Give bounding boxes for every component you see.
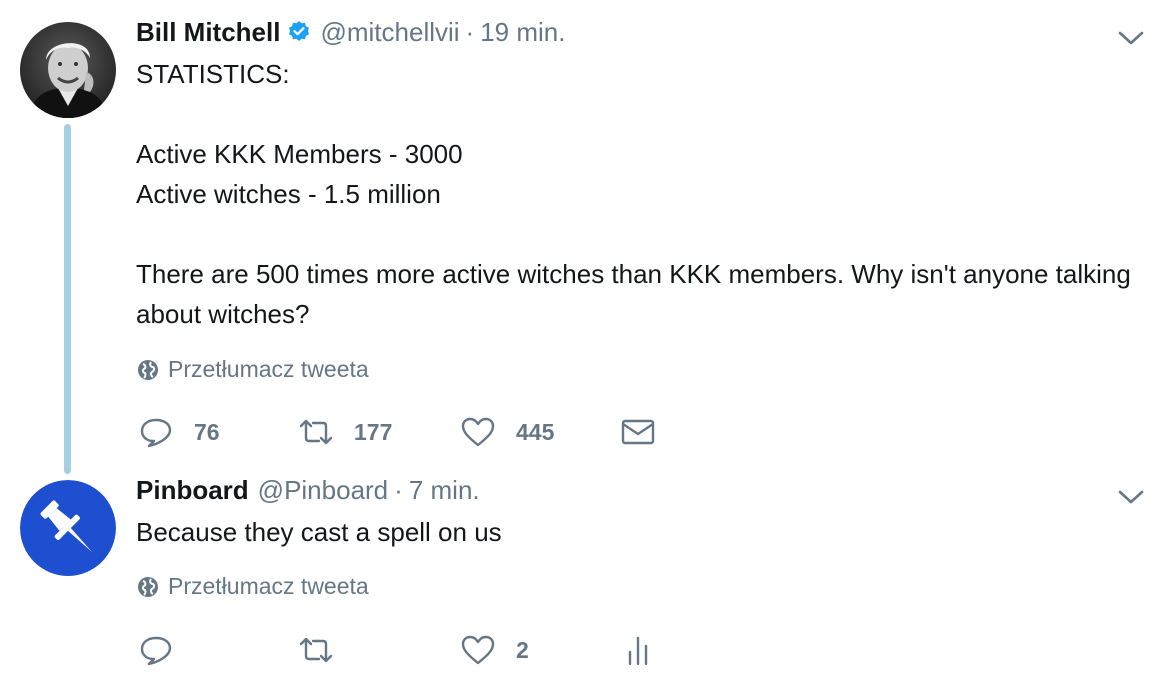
tweet-timestamp[interactable]: 7 min. [409, 474, 480, 506]
tweet[interactable]: Bill Mitchell @mitchellvii · 19 min. STA… [0, 0, 1172, 474]
reply-icon [140, 636, 172, 666]
separator-dot: · [465, 17, 475, 47]
author-handle[interactable]: @Pinboard [258, 474, 388, 506]
separator-dot: · [394, 475, 403, 505]
tweet-text-line: Active KKK Members - 3000 [136, 139, 463, 169]
translate-tweet-link[interactable]: Przetłumacz tweeta [137, 573, 369, 600]
retweet-icon [299, 419, 333, 445]
like-button[interactable]: 445 [460, 412, 554, 452]
chevron-down-icon[interactable] [1118, 30, 1144, 46]
translate-label: Przetłumacz tweeta [168, 356, 369, 382]
author-handle[interactable]: @mitchellvii [320, 16, 459, 48]
tweet-text-line [136, 94, 1146, 134]
translate-label: Przetłumacz tweeta [168, 573, 369, 599]
tweet-actions: 76 177 445 [138, 412, 678, 452]
translate-tweet-link[interactable]: Przetłumacz tweeta [137, 356, 369, 383]
tweet-header: Pinboard @Pinboard · 7 min. [136, 474, 480, 506]
avatar[interactable] [20, 22, 116, 118]
heart-icon [461, 635, 495, 665]
pushpin-logo-icon [20, 480, 116, 576]
retweet-icon [299, 637, 333, 663]
like-count: 445 [516, 418, 555, 445]
direct-message-button[interactable] [620, 412, 656, 452]
envelope-icon [621, 419, 655, 445]
verified-badge-icon [287, 19, 311, 43]
analytics-button[interactable] [620, 630, 656, 670]
like-button[interactable]: 2 [460, 630, 529, 670]
reply-icon [140, 418, 172, 448]
tweet-header: Bill Mitchell @mitchellvii · 19 min. [136, 16, 565, 48]
globe-icon [138, 576, 158, 597]
reply-button[interactable] [138, 630, 174, 670]
tweet-text-line: STATISTICS: [136, 59, 290, 89]
avatar-photo [20, 22, 116, 118]
reply-button[interactable]: 76 [138, 412, 220, 452]
reply-count: 76 [194, 418, 220, 445]
tweet-text-line: There are 500 times more active witches … [136, 259, 1131, 329]
tweet[interactable]: Pinboard @Pinboard · 7 min. Because they… [0, 470, 1172, 684]
thread-line [64, 124, 71, 474]
tweet-text: Because they cast a spell on us [136, 512, 1146, 552]
tweet-text: STATISTICS: Active KKK Members - 3000 Ac… [136, 54, 1146, 334]
analytics-icon [628, 636, 648, 666]
author-name[interactable]: Bill Mitchell [136, 16, 280, 48]
retweet-count: 177 [354, 418, 393, 445]
retweet-button[interactable] [298, 630, 334, 670]
tweet-text-line [136, 214, 1146, 254]
tweet-actions: 2 [138, 630, 678, 670]
globe-icon [138, 359, 158, 380]
chevron-down-icon[interactable] [1118, 489, 1144, 505]
tweet-text-line: Active witches - 1.5 million [136, 179, 441, 209]
heart-icon [461, 417, 495, 447]
retweet-button[interactable]: 177 [298, 412, 392, 452]
tweet-text-line: Because they cast a spell on us [136, 517, 502, 547]
author-name[interactable]: Pinboard [136, 474, 249, 506]
tweet-timestamp[interactable]: 19 min. [480, 16, 565, 48]
avatar[interactable] [20, 480, 116, 576]
like-count: 2 [516, 636, 529, 663]
